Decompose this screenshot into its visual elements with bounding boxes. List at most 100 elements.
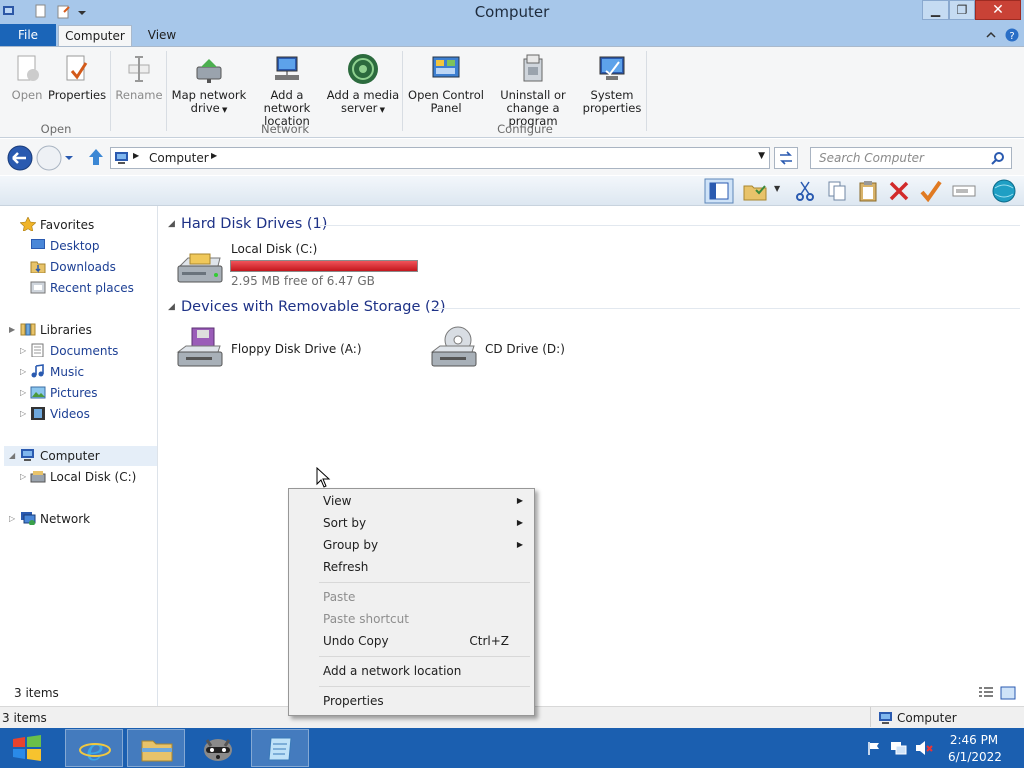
address-dropdown-icon[interactable]: ▼ <box>758 151 765 161</box>
nav-downloads[interactable]: Downloads <box>30 257 116 277</box>
address-bar[interactable]: ▶ Computer ▶ ▼ <box>110 147 770 169</box>
add-network-location-button[interactable]: Add a network location <box>248 53 326 128</box>
map-network-drive-button[interactable]: Map network drive ▼ <box>170 53 248 117</box>
tab-view[interactable]: View <box>136 24 188 46</box>
clock-date[interactable]: 6/1/2022 <box>948 750 1002 764</box>
large-icons-view-icon[interactable] <box>1000 686 1016 700</box>
open-button[interactable]: Open <box>6 53 48 102</box>
properties-button[interactable]: Properties <box>48 53 106 102</box>
search-icon[interactable] <box>991 151 1005 165</box>
taskbar-internet-explorer[interactable]: e <box>65 729 123 767</box>
search-box[interactable]: Search Computer <box>810 147 1012 169</box>
breadcrumb-chevron-icon[interactable]: ▶ <box>211 151 217 160</box>
refresh-icon[interactable] <box>774 147 798 169</box>
expand-libraries-icon[interactable]: ▶ <box>9 320 15 340</box>
breadcrumb-computer[interactable]: Computer <box>149 151 209 165</box>
expand-pictures-icon[interactable]: ▷ <box>20 383 26 403</box>
copy-icon[interactable] <box>826 180 848 202</box>
nav-documents[interactable]: Documents <box>30 341 118 361</box>
menu-separator <box>319 582 530 583</box>
network-tray-icon[interactable] <box>890 740 908 756</box>
collapse-hdd-group-icon[interactable]: ◢ <box>168 219 175 229</box>
open-control-panel-button[interactable]: Open Control Panel <box>406 53 486 115</box>
taskbar-raccoon-app[interactable] <box>189 729 247 767</box>
floppy-drive-item[interactable]: Floppy Disk Drive (A:) <box>176 326 396 372</box>
tab-file[interactable]: File <box>0 24 56 46</box>
clock-time[interactable]: 2:46 PM <box>948 733 1000 747</box>
nav-network[interactable]: Network <box>20 509 90 529</box>
folder-dropdown-icon[interactable]: ▼ <box>774 184 780 193</box>
rename-button[interactable]: Rename <box>114 53 164 102</box>
nav-videos[interactable]: Videos <box>30 404 90 424</box>
menu-item-paste[interactable]: Paste <box>323 586 523 608</box>
menu-item-group-by[interactable]: Group by ▶ <box>323 534 523 556</box>
taskbar-file-explorer[interactable] <box>127 729 185 767</box>
expand-local-disk-icon[interactable]: ▷ <box>20 467 26 487</box>
tab-computer[interactable]: Computer <box>58 25 132 47</box>
menu-item-refresh[interactable]: Refresh <box>323 556 523 578</box>
menu-item-sort-by[interactable]: Sort by ▶ <box>323 512 523 534</box>
section-removable-storage[interactable]: Devices with Removable Storage (2) <box>181 299 446 315</box>
open-icon <box>17 55 39 81</box>
menu-item-properties[interactable]: Properties <box>323 690 523 712</box>
paste-icon[interactable] <box>857 179 879 203</box>
nav-libraries[interactable]: Libraries <box>20 320 92 340</box>
help-icon[interactable]: ? <box>1004 27 1020 43</box>
nav-local-disk[interactable]: Local Disk (C:) <box>30 467 136 487</box>
raccoon-icon <box>204 739 232 761</box>
pictures-icon <box>30 386 46 399</box>
forward-button[interactable] <box>35 144 63 172</box>
action-center-flag-icon[interactable] <box>866 740 882 756</box>
status-divider <box>870 707 871 727</box>
collapse-ribbon-icon[interactable] <box>984 28 998 42</box>
up-arrow-icon[interactable] <box>86 147 106 167</box>
search-placeholder[interactable]: Search Computer <box>819 151 924 165</box>
menu-item-view[interactable]: View ▶ <box>323 490 523 512</box>
taskbar-notepad[interactable] <box>251 729 309 767</box>
system-properties-button[interactable]: System properties <box>580 53 644 115</box>
add-media-server-button[interactable]: Add a media server ▼ <box>326 53 400 117</box>
start-button[interactable] <box>10 734 44 762</box>
close-button[interactable]: ✕ <box>975 0 1021 20</box>
network-location-icon <box>275 56 299 80</box>
command-toolbar: ▼ <box>0 176 1024 206</box>
documents-icon <box>31 343 44 357</box>
recent-pages-icon[interactable] <box>64 153 74 163</box>
local-disk-item[interactable]: Local Disk (C:) 2.95 MB free of 6.47 GB <box>176 240 426 290</box>
volume-muted-icon[interactable] <box>914 740 934 756</box>
status-location: Computer <box>897 711 957 725</box>
cd-drive-item[interactable]: CD Drive (D:) <box>430 326 630 372</box>
cut-icon[interactable] <box>794 180 816 202</box>
nav-desktop[interactable]: Desktop <box>30 236 100 256</box>
details-view-icon[interactable] <box>978 686 994 700</box>
navigation-bar: ▶ Computer ▶ ▼ Search Computer <box>0 139 1024 175</box>
uninstall-program-button[interactable]: Uninstall or change a program <box>486 53 580 128</box>
section-hard-disk-drives[interactable]: Hard Disk Drives (1) <box>181 216 327 232</box>
breadcrumb-chevron-icon[interactable]: ▶ <box>133 151 139 160</box>
expand-music-icon[interactable]: ▷ <box>20 362 26 382</box>
nav-computer[interactable]: Computer <box>20 446 100 466</box>
expand-videos-icon[interactable]: ▷ <box>20 404 26 424</box>
expand-network-icon[interactable]: ▷ <box>9 509 15 529</box>
delete-icon[interactable] <box>888 180 910 202</box>
menu-item-undo-copy[interactable]: Undo Copy Ctrl+Z <box>323 630 523 652</box>
menu-item-add-network-location[interactable]: Add a network location <box>323 660 523 682</box>
new-folder-icon[interactable] <box>742 180 768 202</box>
back-button[interactable] <box>6 144 34 172</box>
expand-documents-icon[interactable]: ▷ <box>20 341 26 361</box>
preview-pane-icon[interactable] <box>704 178 734 204</box>
local-disk-usage-bar <box>230 260 418 272</box>
nav-recent-places[interactable]: Recent places <box>30 278 134 298</box>
checkmark-icon[interactable] <box>919 180 943 202</box>
ribbon-separator <box>646 51 647 131</box>
maximize-button[interactable]: ❐ <box>949 0 975 20</box>
minimize-button[interactable]: ▁ <box>922 0 949 20</box>
collapse-computer-icon[interactable]: ◢ <box>9 446 15 466</box>
collapse-removable-group-icon[interactable]: ◢ <box>168 302 175 312</box>
menu-item-paste-shortcut[interactable]: Paste shortcut <box>323 608 523 630</box>
nav-pictures[interactable]: Pictures <box>30 383 98 403</box>
nav-music[interactable]: Music <box>30 362 84 382</box>
globe-icon[interactable] <box>989 178 1019 204</box>
rename-toolbar-icon[interactable] <box>952 181 976 201</box>
nav-favorites[interactable]: Favorites <box>20 215 94 235</box>
